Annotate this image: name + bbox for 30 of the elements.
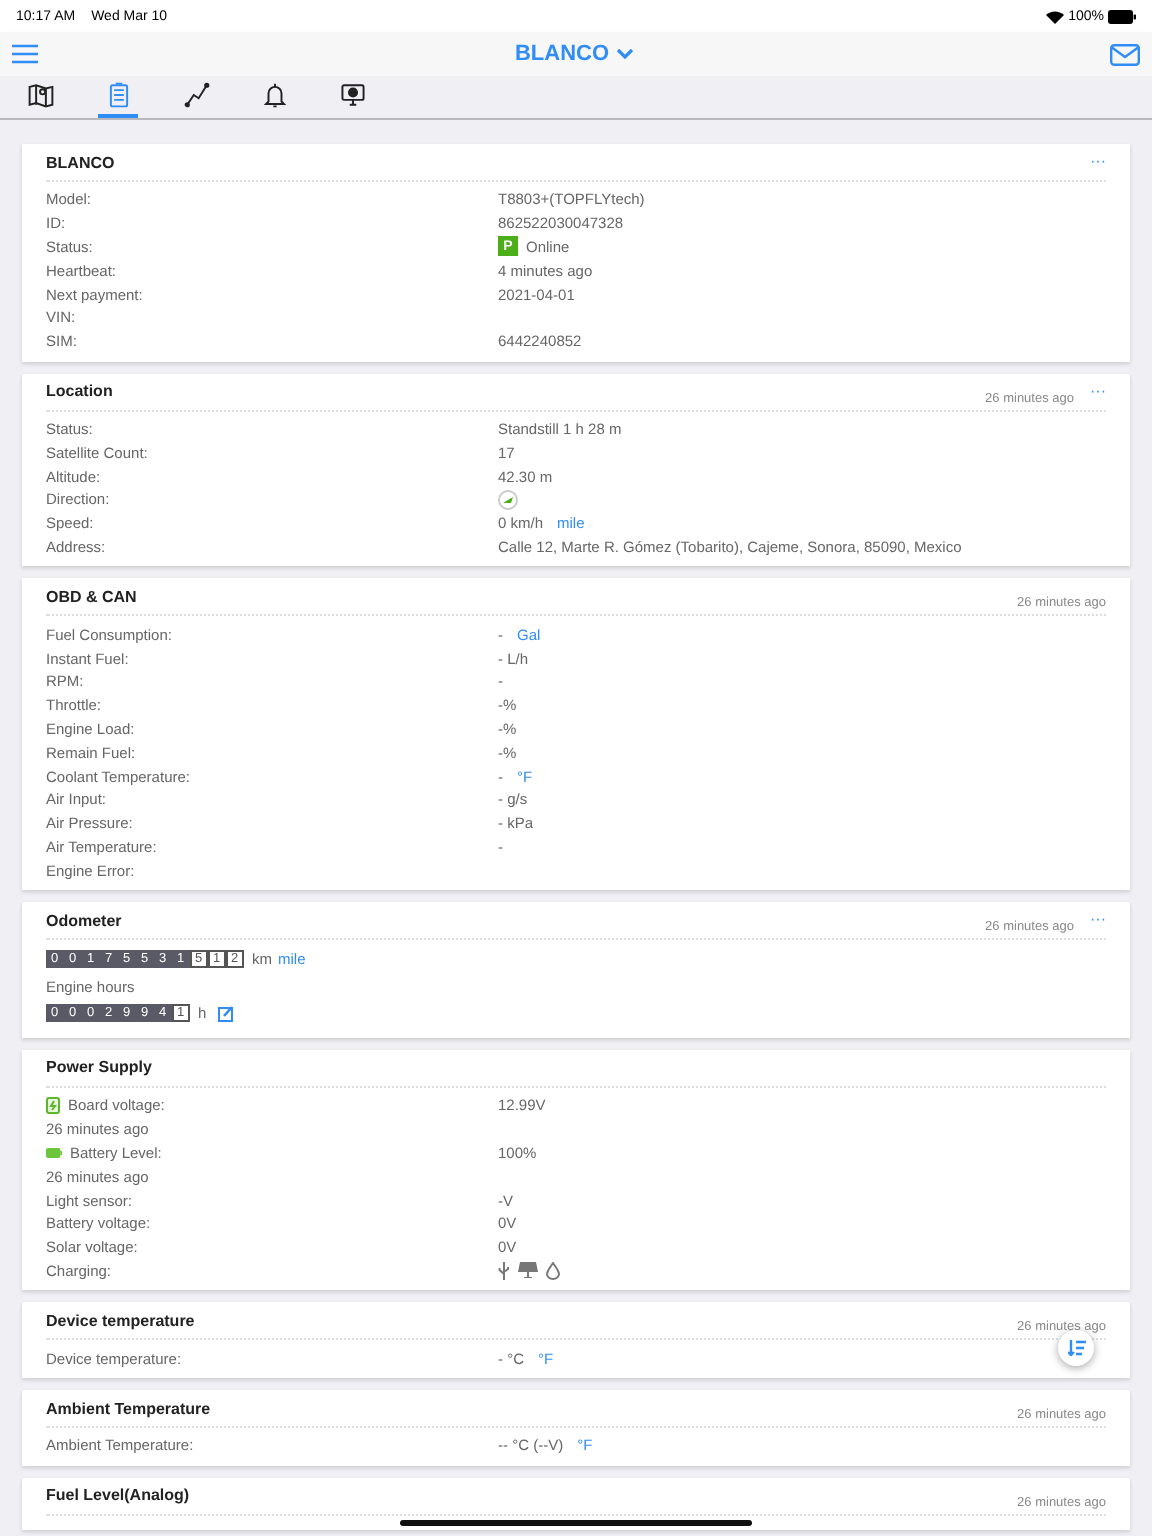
direction-icon bbox=[498, 489, 518, 510]
card-title: Odometer bbox=[46, 911, 124, 930]
edit-icon[interactable] bbox=[218, 1005, 235, 1022]
more-button[interactable]: ··· bbox=[1090, 912, 1106, 929]
card-title: Location bbox=[46, 382, 115, 401]
usb-icon bbox=[498, 1261, 510, 1280]
battery-charge-icon bbox=[46, 1096, 60, 1115]
clipboard-icon bbox=[105, 82, 131, 108]
card-title: BLANCO bbox=[46, 153, 117, 171]
card-title: OBD & CAN bbox=[46, 587, 139, 606]
monitor-icon bbox=[339, 82, 365, 108]
chevron-down-icon bbox=[615, 48, 634, 60]
card-title: Device temperature bbox=[46, 1311, 197, 1330]
bell-icon bbox=[261, 82, 287, 108]
battery-icon bbox=[46, 1147, 62, 1158]
line-chart-icon bbox=[183, 82, 209, 108]
map-icon bbox=[27, 82, 53, 108]
card-title: Ambient Temperature bbox=[46, 1399, 213, 1418]
mail-icon[interactable] bbox=[1110, 43, 1140, 65]
card-title: Power Supply bbox=[46, 1058, 154, 1077]
menu-icon[interactable] bbox=[12, 44, 38, 64]
more-button[interactable]: ··· bbox=[1090, 154, 1106, 170]
wifi-icon bbox=[1046, 9, 1065, 23]
battery-icon bbox=[1108, 9, 1136, 23]
sort-icon bbox=[1067, 1340, 1085, 1356]
more-button[interactable]: ··· bbox=[1090, 383, 1106, 400]
device-selector[interactable]: BLANCO bbox=[514, 42, 634, 66]
solar-panel-icon bbox=[518, 1262, 538, 1279]
drop-icon bbox=[546, 1261, 560, 1280]
card-title: Fuel Level(Analog) bbox=[46, 1486, 192, 1505]
